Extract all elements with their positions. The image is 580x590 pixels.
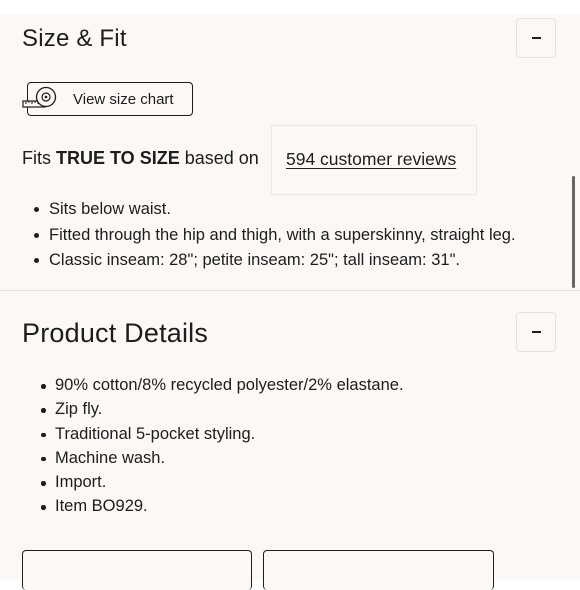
bottom-action-button-right[interactable] [263,550,494,590]
product-details-list: 90% cotton/8% recycled polyester/2% elas… [41,375,404,521]
product-info-panel: Size & Fit View size chart Fits TRUE TO … [0,14,580,590]
size-fit-collapse-button[interactable] [516,18,556,58]
list-item: Machine wash. [41,448,404,472]
scrollbar-thumb[interactable] [572,176,575,288]
list-item: Item BO929. [41,496,404,520]
fit-prefix: Fits [22,148,51,168]
fit-suffix: based on [184,148,259,168]
customer-reviews-link[interactable]: 594 customer reviews [286,149,456,170]
product-details-collapse-button[interactable] [516,312,556,352]
product-details-title: Product Details [22,318,209,348]
fit-value: TRUE TO SIZE [56,148,180,168]
list-item: Fitted through the hip and thigh, with a… [34,225,516,251]
list-item: 90% cotton/8% recycled polyester/2% elas… [41,375,404,399]
size-fit-list: Sits below waist. Fitted through the hip… [34,199,516,276]
list-item: Import. [41,472,404,496]
list-item: Traditional 5-pocket styling. [41,424,404,448]
section-divider [0,290,580,291]
bottom-action-button-left[interactable] [22,550,252,590]
reviews-link-box[interactable]: 594 customer reviews [271,125,477,195]
view-size-chart-button[interactable]: View size chart [22,82,193,116]
list-item: Zip fly. [41,399,404,423]
measuring-tape-icon [22,86,57,108]
size-fit-title: Size & Fit [22,25,127,52]
view-size-chart-label: View size chart [73,91,174,108]
fit-summary: Fits TRUE TO SIZE based on [22,148,259,169]
list-item: Classic inseam: 28"; petite inseam: 25";… [34,250,516,276]
minus-icon [531,37,541,39]
list-item: Sits below waist. [34,199,516,225]
minus-icon [531,331,541,333]
